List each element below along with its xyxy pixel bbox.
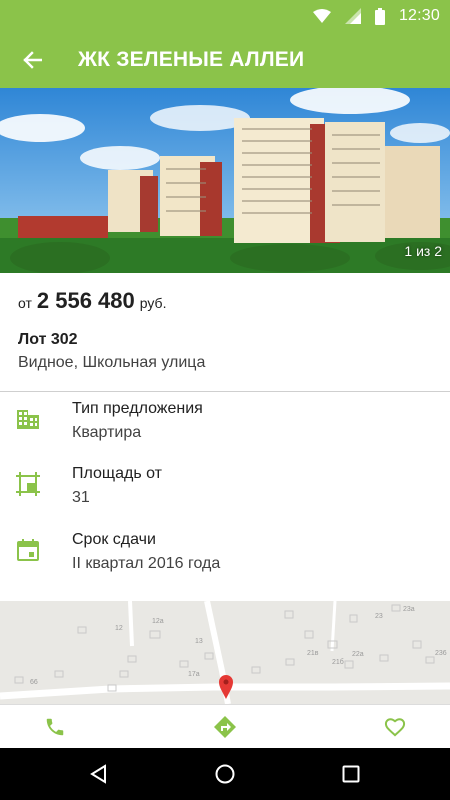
price-currency: руб. (139, 295, 167, 311)
building-icon (15, 406, 41, 432)
price-value: 2 556 480 (36, 288, 135, 313)
property-offer-type: Тип предложения Квартира (0, 400, 450, 452)
map-label: 23 (375, 613, 383, 620)
property-area: Площадь от 31 (0, 465, 450, 517)
property-value: 31 (72, 489, 90, 506)
wifi-icon (312, 9, 331, 23)
map-canvas: 12 12a 13 17a 66 21в 21б 22a 23 23a 236 (0, 601, 450, 704)
page-title: ЖК ЗЕЛЕНЫЕ АЛЛЕИ (78, 48, 305, 71)
map-label: 66 (30, 679, 38, 686)
phone-icon[interactable] (25, 705, 85, 749)
map-label: 236 (435, 650, 447, 657)
lot-number: Лот 302 (18, 331, 78, 348)
gallery-image[interactable]: 1 из 2 (0, 88, 450, 273)
gallery-counter: 1 из 2 (404, 243, 442, 259)
signal-icon (344, 8, 361, 24)
arrow-back-icon[interactable] (0, 32, 64, 88)
battery-icon (374, 7, 385, 25)
map-label: 21в (307, 650, 319, 657)
calendar-icon (15, 537, 41, 563)
heart-icon[interactable] (365, 705, 425, 749)
building-photo (0, 88, 450, 273)
recents-icon[interactable] (321, 748, 381, 800)
property-completion: Срок сдачи II квартал 2016 года (0, 531, 450, 583)
status-bar: 12:30 (0, 0, 450, 32)
area-icon (15, 471, 41, 497)
property-value: Квартира (72, 424, 142, 441)
map-label: 12a (152, 618, 164, 625)
property-label: Срок сдачи (72, 531, 156, 548)
property-value: II квартал 2016 года (72, 555, 221, 572)
property-label: Площадь от (72, 465, 162, 482)
back-icon[interactable] (68, 748, 128, 800)
directions-icon[interactable] (195, 705, 255, 749)
price-prefix: от (18, 295, 32, 311)
price: от 2 556 480 руб. (18, 288, 166, 314)
action-bar (0, 704, 450, 748)
home-icon[interactable] (195, 748, 255, 800)
map-label: 23a (403, 606, 415, 613)
property-label: Тип предложения (72, 400, 203, 417)
map-preview[interactable]: 12 12a 13 17a 66 21в 21б 22a 23 23a 236 (0, 601, 450, 704)
map-label: 12 (115, 625, 123, 632)
status-time: 12:30 (398, 7, 440, 24)
system-nav-bar (0, 748, 450, 800)
map-label: 21б (332, 658, 344, 666)
map-label: 22a (352, 651, 364, 658)
map-label: 17a (188, 671, 200, 678)
map-label: 13 (195, 638, 203, 645)
address: Видное, Школьная улица (18, 354, 206, 371)
app-bar: ЖК ЗЕЛЕНЫЕ АЛЛЕИ (0, 32, 450, 88)
divider (0, 391, 450, 392)
